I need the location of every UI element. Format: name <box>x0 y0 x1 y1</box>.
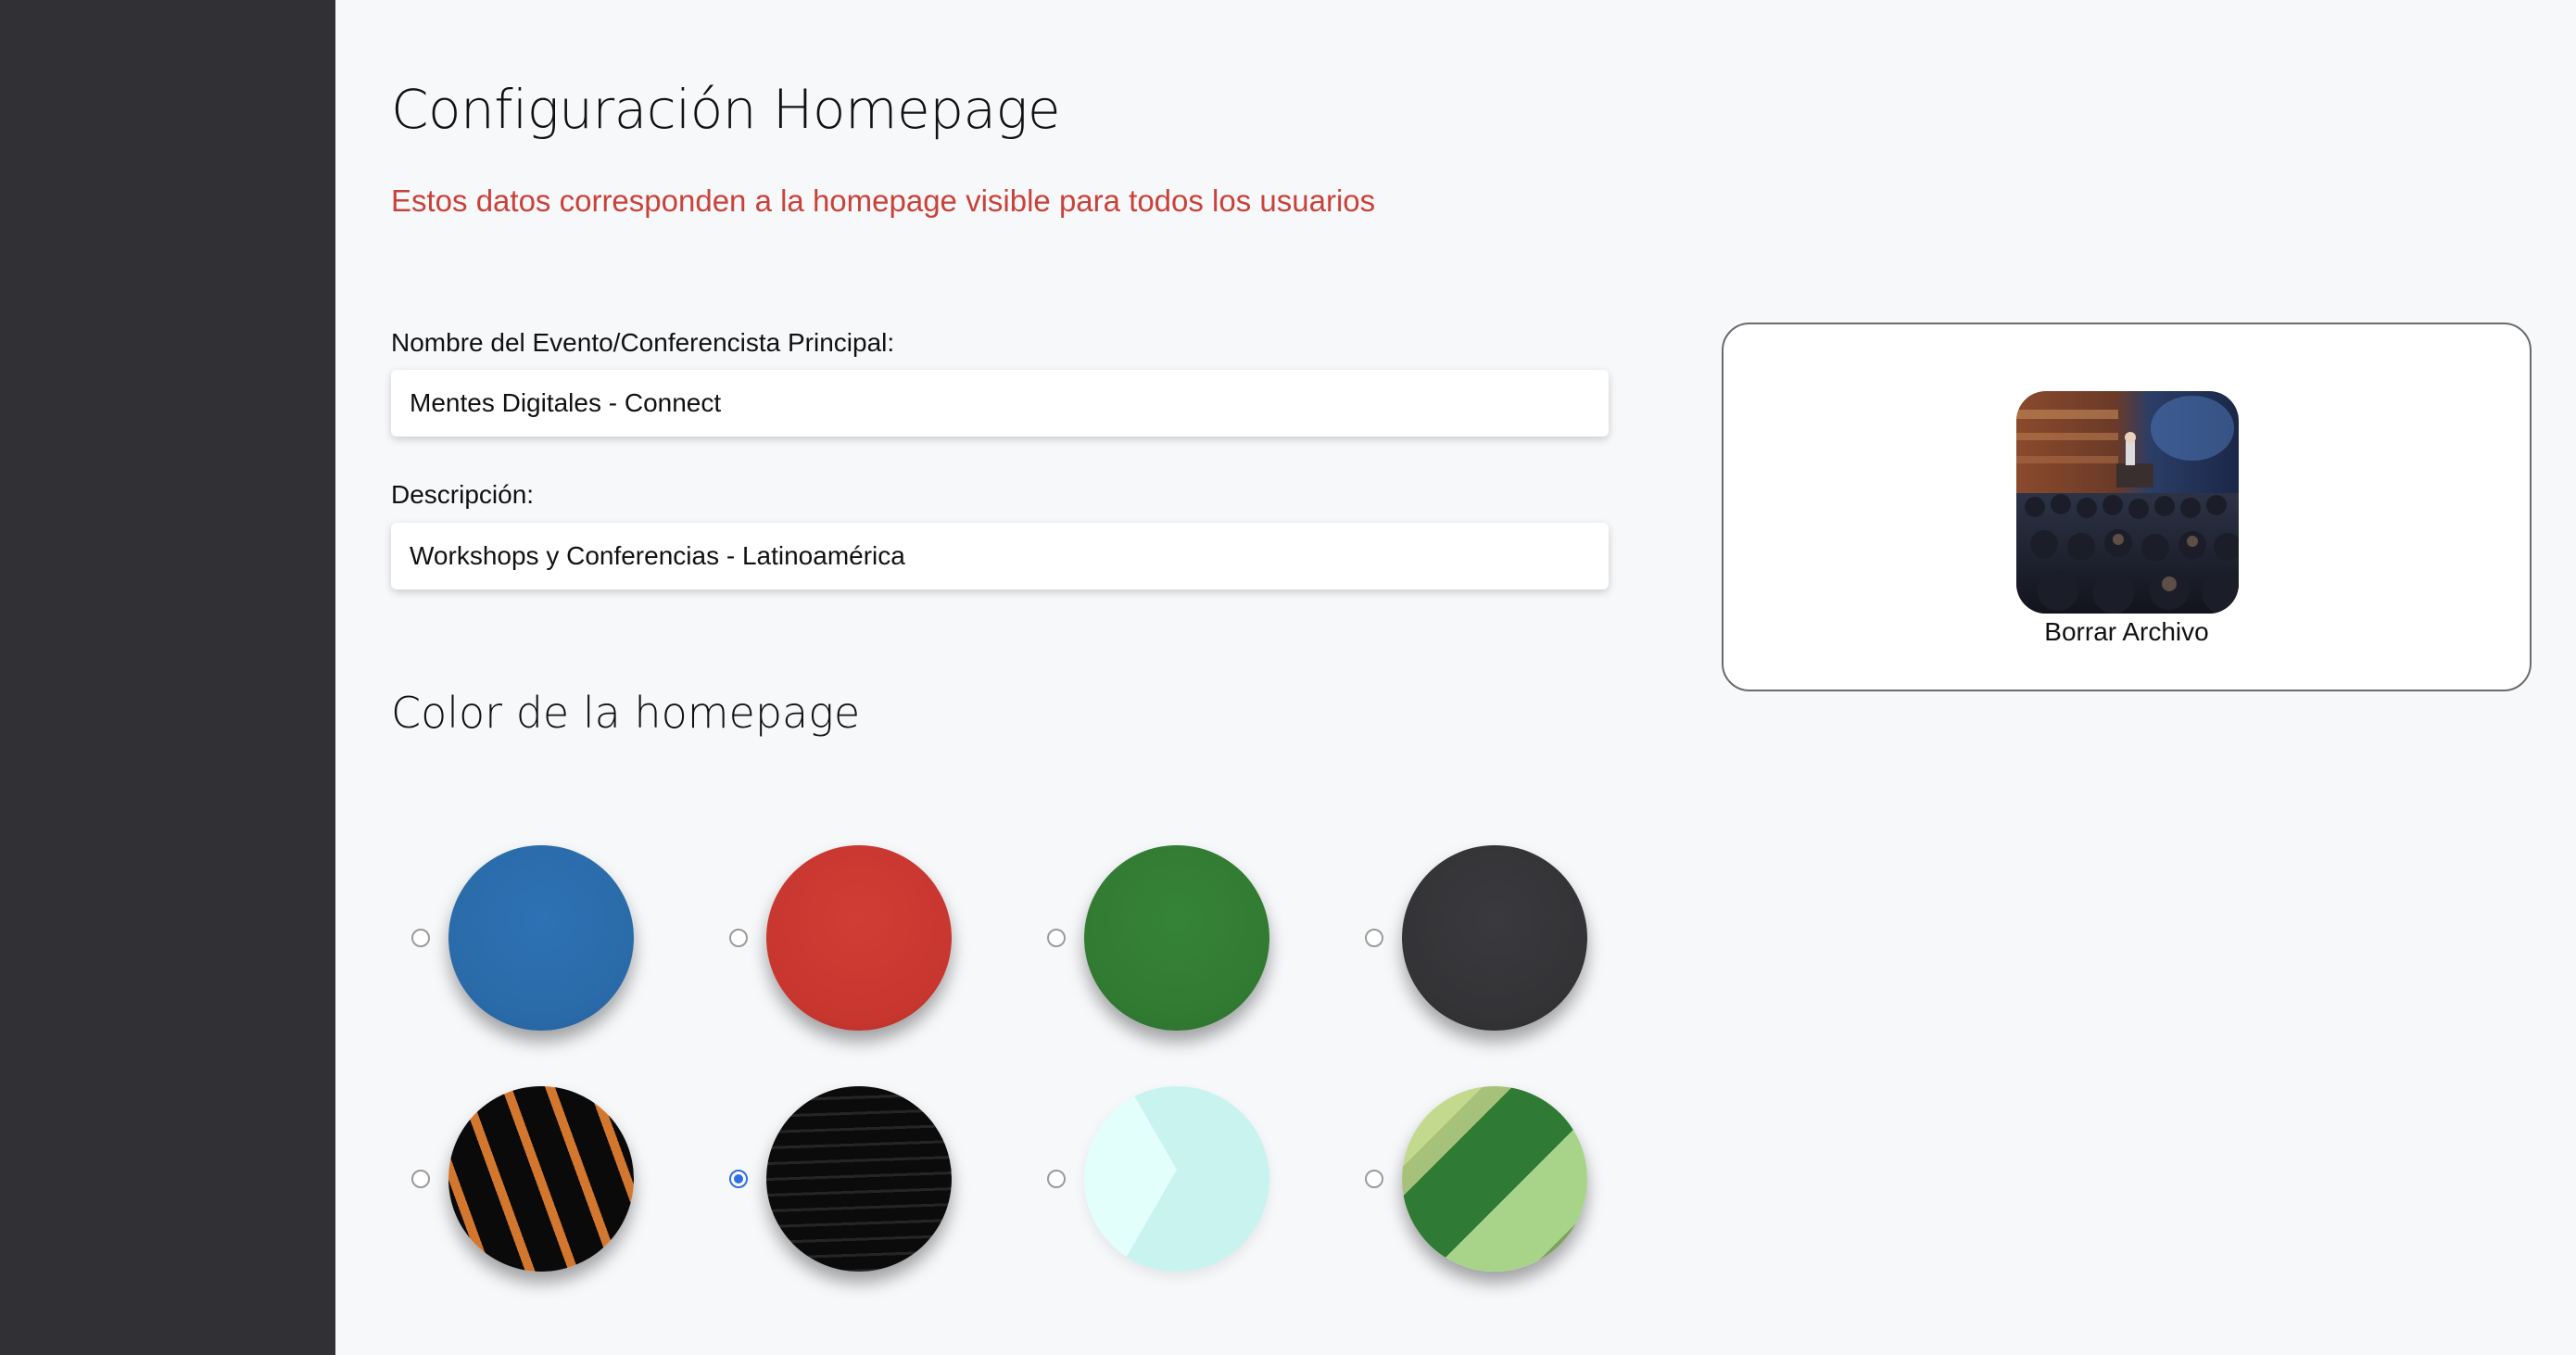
color-radio-green[interactable] <box>1047 929 1066 947</box>
color-swatch-blue[interactable] <box>448 845 634 1031</box>
color-option-green-diagonal[interactable] <box>1365 1083 1643 1277</box>
color-radio-red[interactable] <box>729 929 748 947</box>
color-option-black-wave[interactable] <box>729 1083 1007 1277</box>
color-radio-orange-stripes[interactable] <box>411 1170 430 1188</box>
color-section-title: Color de la homepage <box>391 688 861 738</box>
color-radio-dark[interactable] <box>1365 929 1383 947</box>
media-upload-card: Borrar Archivo <box>1722 323 2532 691</box>
conference-photo-thumbnail <box>2016 391 2239 614</box>
description-label: Descripción: <box>391 480 535 509</box>
color-swatch-black-wave[interactable] <box>766 1086 952 1272</box>
event-name-input[interactable] <box>391 370 1609 437</box>
page-subtitle: Estos datos corresponden a la homepage v… <box>391 184 1376 218</box>
main-content: Configuración Homepage Estos datos corre… <box>335 0 2576 1355</box>
color-option-dark[interactable] <box>1365 842 1643 1036</box>
color-swatch-mint[interactable] <box>1084 1086 1269 1272</box>
color-option-red[interactable] <box>729 842 1007 1036</box>
color-radio-black-wave[interactable] <box>729 1170 748 1188</box>
color-swatch-green-diagonal[interactable] <box>1402 1086 1587 1272</box>
conference-photo-icon <box>2016 391 2239 614</box>
description-input[interactable] <box>391 523 1609 589</box>
event-name-label: Nombre del Evento/Conferencista Principa… <box>391 328 895 357</box>
color-option-blue[interactable] <box>411 842 689 1036</box>
color-radio-blue[interactable] <box>411 929 430 947</box>
page-title: Configuración Homepage <box>391 78 1061 141</box>
sidebar <box>0 0 335 1355</box>
color-swatch-green[interactable] <box>1084 845 1269 1031</box>
color-option-mint[interactable] <box>1047 1083 1325 1277</box>
delete-file-button[interactable]: Borrar Archivo <box>1724 617 2530 647</box>
color-option-green[interactable] <box>1047 842 1325 1036</box>
color-swatch-red[interactable] <box>766 845 952 1031</box>
color-radio-green-diagonal[interactable] <box>1365 1170 1383 1188</box>
color-swatch-dark[interactable] <box>1402 845 1587 1031</box>
color-option-orange-stripes[interactable] <box>411 1083 689 1277</box>
color-radio-mint[interactable] <box>1047 1170 1066 1188</box>
color-swatch-orange-stripes[interactable] <box>448 1086 634 1272</box>
